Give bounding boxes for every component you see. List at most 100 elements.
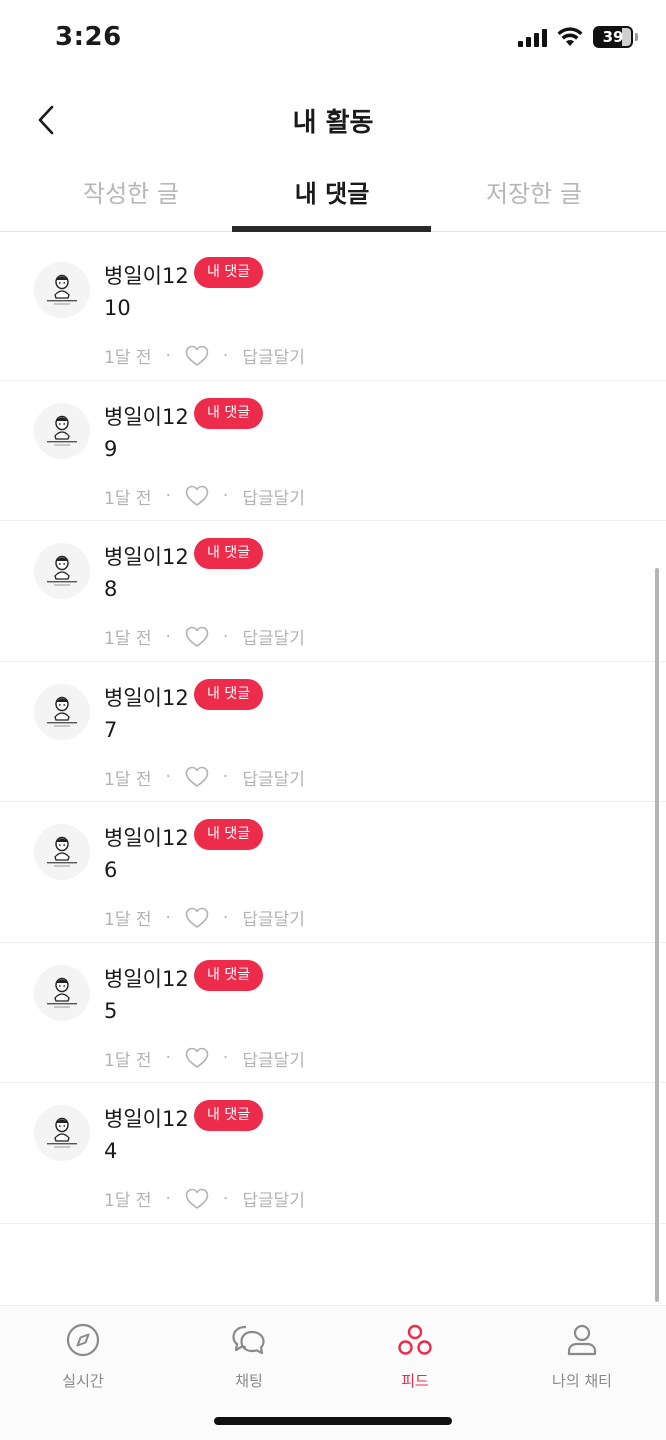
heart-icon[interactable] [185,907,209,929]
separator-dot: · [222,486,229,506]
reply-button[interactable]: 답글달기 [242,1186,305,1211]
comment-item[interactable]: 병일이12 내 댓글 8 1달 전 · · 답글달기 [0,521,666,662]
comment-meta: 1달 전 · · 답글달기 [104,484,305,509]
nav-item-realtime[interactable]: 실시간 [23,1318,143,1391]
my-comment-badge: 내 댓글 [194,959,264,991]
avatar-illustration-icon [34,964,90,1021]
my-comment-badge: 내 댓글 [194,1100,264,1131]
comment-text: 4 [104,1139,118,1163]
comment-meta: 1달 전 · · 답글달기 [104,765,305,790]
separator-dot: · [222,345,229,366]
separator-dot: · [222,1188,229,1209]
my-comment-badge: 내 댓글 [194,678,264,710]
my-comment-badge: 내 댓글 [194,819,264,850]
comment-author: 병일이12 [104,545,189,569]
avatar [34,402,90,459]
heart-icon[interactable] [185,1188,209,1210]
heart-icon[interactable] [185,1047,209,1069]
separator-dot: · [222,767,229,787]
separator-dot: · [165,626,171,647]
separator-dot: · [165,1048,171,1068]
header: 내 활동 [0,90,666,150]
avatar [34,262,90,318]
comment-meta: 1달 전 · · 답글달기 [104,343,305,368]
nav-item-chat[interactable]: 채팅 [189,1318,309,1391]
comment-text: 10 [104,296,131,320]
battery-level: 39 [602,28,624,46]
my-comment-badge: 내 댓글 [194,397,264,429]
avatar [34,543,90,599]
comment-item[interactable]: 병일이12 내 댓글 9 1달 전 · · 답글달기 [0,381,666,521]
separator-dot: · [222,626,229,647]
tab-written-posts[interactable]: 작성한 글 [31,174,231,209]
avatar-illustration-icon [34,1105,90,1161]
heart-icon[interactable] [185,626,209,648]
comment-text: 8 [104,577,118,601]
comment-time: 1달 전 [104,1191,152,1211]
my-comment-badge: 내 댓글 [194,538,264,569]
reply-button[interactable]: 답글달기 [242,765,305,790]
avatar-illustration-icon [34,683,90,740]
nav-item-feed[interactable]: 피드 [355,1318,475,1391]
comment-time: 1달 전 [104,348,152,368]
tab-saved-posts[interactable]: 저장한 글 [434,174,634,209]
nav-label-my-chatty: 나의 채티 [552,1372,612,1390]
reply-button[interactable]: 답글달기 [242,905,305,930]
comment-list: 병일이12 내 댓글 10 1달 전 · · 답글달기 병일이12 내 댓글 9… [0,240,666,1224]
avatar [34,824,90,880]
heart-icon[interactable] [185,766,209,788]
comment-item[interactable]: 병일이12 내 댓글 6 1달 전 · · 답글달기 [0,802,666,943]
page-title: 내 활동 [292,108,374,138]
heart-icon[interactable] [185,345,209,367]
nav-label-feed: 피드 [401,1372,429,1390]
cellular-signal-icon [518,27,547,47]
avatar-illustration-icon [34,824,90,880]
comment-time: 1달 전 [104,488,152,509]
comment-item[interactable]: 병일이12 내 댓글 7 1달 전 · · 답글달기 [0,662,666,802]
avatar-illustration-icon [34,262,90,318]
person-icon [567,1324,597,1356]
comment-author: 병일이12 [104,404,189,429]
separator-dot: · [165,1188,171,1209]
reply-button[interactable]: 답글달기 [242,484,305,509]
heart-icon[interactable] [185,485,209,507]
tab-my-comments[interactable]: 내 댓글 [232,174,432,209]
reply-button[interactable]: 답글달기 [242,343,305,368]
comment-meta: 1달 전 · · 답글달기 [104,624,305,649]
active-tab-indicator [232,226,431,232]
comment-text: 5 [104,998,118,1023]
reply-button[interactable]: 답글달기 [242,624,305,649]
avatar [34,964,90,1021]
feed-circles-icon [398,1324,432,1355]
avatar [34,683,90,740]
comment-item[interactable]: 병일이12 내 댓글 5 1달 전 · · 답글달기 [0,943,666,1083]
nav-item-my-chatty[interactable]: 나의 채티 [522,1318,642,1391]
avatar-illustration-icon [34,543,90,599]
my-comment-badge: 내 댓글 [194,257,264,288]
chat-bubbles-icon [232,1325,265,1355]
comment-meta: 1달 전 · · 답글달기 [104,1046,305,1071]
comment-meta: 1달 전 · · 답글달기 [104,1186,305,1211]
comment-author: 병일이12 [104,264,189,288]
separator-dot: · [165,486,171,506]
reply-button[interactable]: 답글달기 [242,1046,305,1071]
comment-meta: 1달 전 · · 답글달기 [104,905,305,930]
avatar [34,1105,90,1161]
nav-label-chat: 채팅 [235,1372,263,1390]
status-bar: 3:26 39 [0,0,666,80]
separator-dot: · [165,345,171,366]
comment-text: 7 [104,717,118,742]
comment-time: 1달 전 [104,1050,152,1071]
status-icons: 39 [518,26,638,48]
activity-tabs: 작성한 글 내 댓글 저장한 글 [0,160,666,232]
scrollbar[interactable] [655,568,659,1302]
comment-item[interactable]: 병일이12 내 댓글 10 1달 전 · · 답글달기 [0,240,666,381]
comment-item[interactable]: 병일이12 내 댓글 4 1달 전 · · 답글달기 [0,1083,666,1224]
comment-author: 병일이12 [104,1107,189,1131]
status-time: 3:26 [55,22,122,52]
wifi-icon [557,27,583,46]
separator-dot: · [165,767,171,787]
comment-time: 1달 전 [104,769,152,790]
avatar-illustration-icon [34,402,90,459]
separator-dot: · [165,907,171,928]
